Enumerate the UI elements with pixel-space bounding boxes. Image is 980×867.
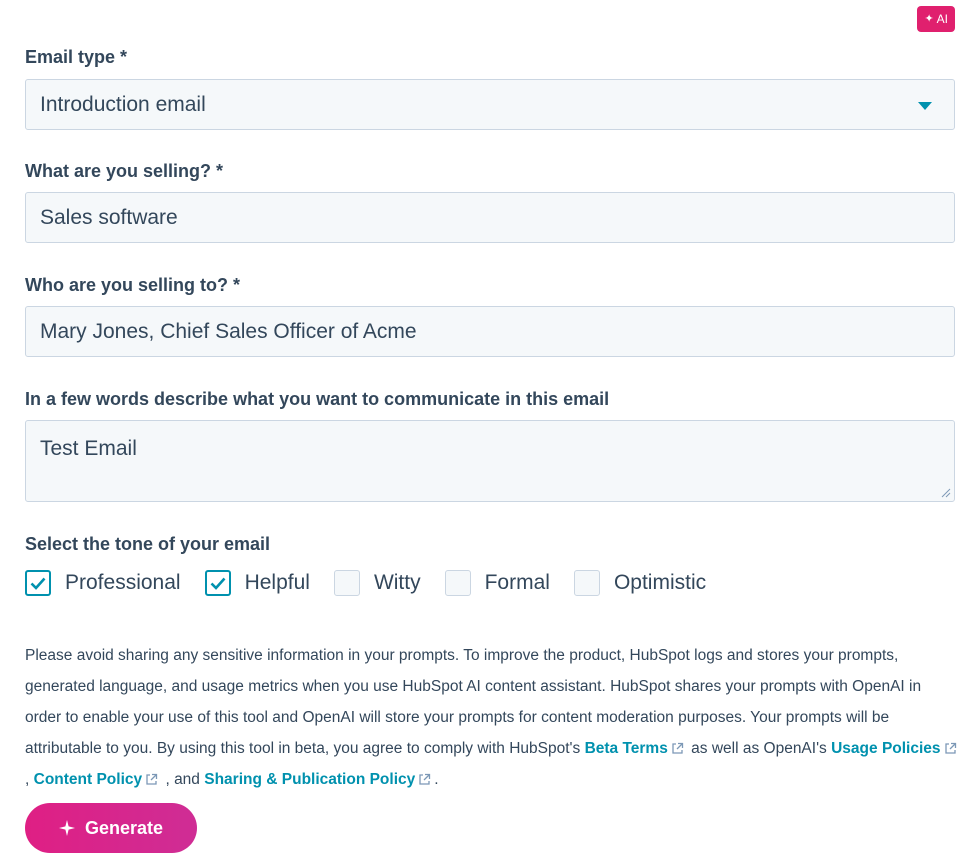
email-type-value: Introduction email [40,92,206,116]
checkbox-unchecked-icon[interactable] [573,570,600,596]
selling-to-label: Who are you selling to? * [25,275,241,295]
checkbox-unchecked-icon[interactable] [444,570,471,596]
selling-to-value: Mary Jones, Chief Sales Officer of Acme [40,319,417,343]
ai-badge-label: AI [936,12,948,26]
sparkle-icon: ✦ [924,13,934,25]
content-policy-link[interactable]: Content Policy [34,771,162,788]
tone-label-optimistic: Optimistic [613,571,707,594]
beta-terms-link[interactable]: Beta Terms [585,740,687,757]
communicate-textarea[interactable]: Test Email [25,420,955,502]
ai-email-form: ✦ AI Email type * Introduction email Wha… [0,0,980,867]
generate-button[interactable]: Generate [25,803,197,853]
generate-button-label: Generate [84,817,164,838]
email-type-select[interactable]: Introduction email [25,79,955,130]
ai-badge: ✦ AI [917,6,955,32]
usage-policies-link[interactable]: Usage Policies [831,740,959,757]
tone-option-witty[interactable]: Witty [333,570,421,596]
selling-what-input[interactable]: Sales software [25,192,955,243]
disclaimer-part2: as well as OpenAI's [691,740,827,757]
sharing-policy-link[interactable]: Sharing & Publication Policy [204,771,434,788]
external-link-icon [672,742,683,754]
external-link-icon [146,773,158,785]
tone-option-professional[interactable]: Professional [25,570,181,596]
selling-to-input[interactable]: Mary Jones, Chief Sales Officer of Acme [25,306,955,357]
tone-label-witty: Witty [373,571,421,594]
tone-label-helpful: Helpful [244,571,310,594]
selling-what-label: What are you selling? * [25,161,224,181]
disclaimer-part3: , and [165,771,200,788]
checkbox-unchecked-icon[interactable] [333,570,360,596]
resize-grip-icon[interactable] [941,488,951,498]
disclaimer-text: Please avoid sharing any sensitive infor… [25,640,960,795]
communicate-value: Test Email [40,437,137,460]
tone-label-formal: Formal [484,571,550,594]
disclaimer-end: . [434,771,439,788]
checkbox-checked-icon[interactable] [204,570,231,596]
caret-down-icon [918,102,932,110]
email-type-label: Email type * [25,47,128,67]
disclaimer-sep1: , [25,771,30,788]
sparkle-icon [58,820,75,836]
tone-options: Professional Helpful Witty Formal Optimi… [25,570,730,596]
tone-label: Select the tone of your email [25,534,271,554]
tone-label-professional: Professional [65,571,181,594]
checkbox-checked-icon[interactable] [25,570,51,596]
external-link-icon [419,773,431,785]
tone-option-formal[interactable]: Formal [444,570,550,596]
communicate-label: In a few words describe what you want to… [25,389,610,409]
external-link-icon [944,742,956,754]
selling-what-value: Sales software [40,205,178,229]
tone-option-helpful[interactable]: Helpful [204,570,310,596]
tone-option-optimistic[interactable]: Optimistic [573,570,707,596]
